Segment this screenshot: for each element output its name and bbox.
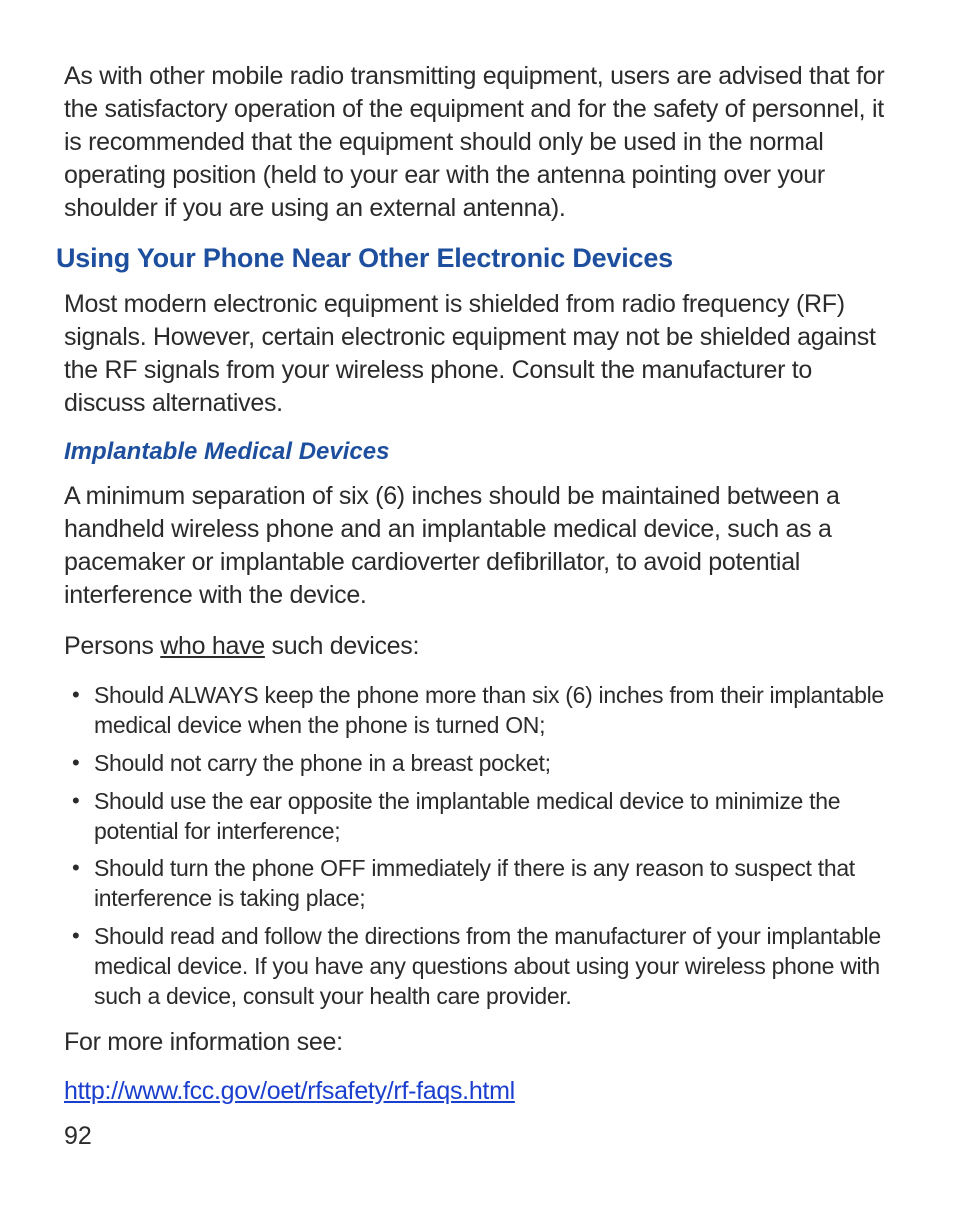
document-page: As with other mobile radio transmitting …: [0, 0, 954, 1106]
subsection-heading: Implantable Medical Devices: [64, 438, 890, 466]
intro-paragraph: As with other mobile radio transmitting …: [64, 60, 890, 225]
persons-prefix: Persons: [64, 632, 160, 660]
list-item: Should use the ear opposite the implanta…: [64, 787, 890, 847]
list-item: Should not carry the phone in a breast p…: [64, 749, 890, 779]
persons-line: Persons who have such devices:: [64, 630, 890, 663]
bullet-list: Should ALWAYS keep the phone more than s…: [64, 681, 890, 1012]
link-line: http://www.fcc.gov/oet/rfsafety/rf-faqs.…: [64, 1077, 890, 1106]
more-info-line: For more information see:: [64, 1026, 890, 1059]
sub-paragraph: A minimum separation of six (6) inches s…: [64, 480, 890, 612]
list-item: Should turn the phone OFF immediately if…: [64, 854, 890, 914]
section-heading: Using Your Phone Near Other Electronic D…: [56, 243, 890, 274]
rf-safety-link[interactable]: http://www.fcc.gov/oet/rfsafety/rf-faqs.…: [64, 1077, 515, 1105]
section-paragraph: Most modern electronic equipment is shie…: [64, 288, 890, 420]
persons-suffix: such devices:: [265, 632, 419, 660]
page-number: 92: [64, 1122, 92, 1151]
list-item: Should ALWAYS keep the phone more than s…: [64, 681, 890, 741]
persons-underline: who have: [160, 632, 265, 660]
list-item: Should read and follow the directions fr…: [64, 922, 890, 1012]
